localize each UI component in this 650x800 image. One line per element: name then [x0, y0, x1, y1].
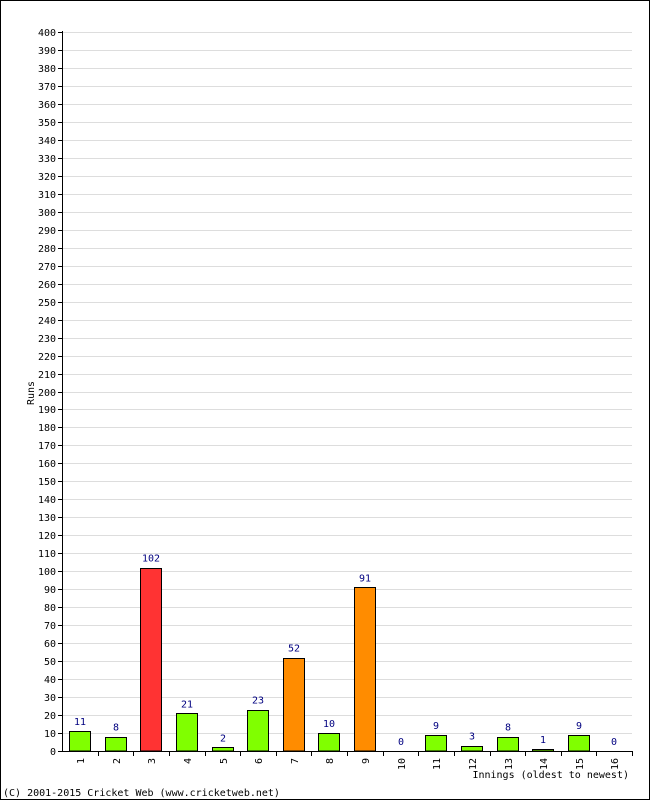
y-tick-label: 200 [38, 388, 56, 399]
y-tick-label: 310 [38, 190, 56, 201]
bar [283, 658, 305, 752]
bar [425, 735, 447, 752]
bar [105, 737, 127, 752]
x-tick-label: 13 [504, 758, 515, 770]
bar [568, 735, 590, 752]
bar [212, 747, 234, 752]
y-tick-label: 240 [38, 316, 56, 327]
y-tick-label: 190 [38, 405, 56, 416]
bar [69, 731, 91, 752]
copyright-footer: (C) 2001-2015 Cricket Web (www.cricketwe… [3, 788, 280, 799]
y-tick-label: 380 [38, 64, 56, 75]
x-tick-label: 5 [219, 758, 230, 764]
data-label: 21 [181, 699, 193, 710]
data-label: 0 [611, 737, 617, 748]
y-tick-label: 390 [38, 46, 56, 57]
y-tick-label: 100 [38, 567, 56, 578]
x-tick-label: 10 [397, 758, 408, 770]
data-label: 11 [74, 717, 86, 728]
x-tick-label: 4 [183, 758, 194, 764]
y-tick-label: 260 [38, 280, 56, 291]
y-tick-label: 230 [38, 334, 56, 345]
data-label: 52 [288, 644, 300, 655]
y-tick-label: 300 [38, 208, 56, 219]
x-tick-label: 8 [325, 758, 336, 764]
y-tick-label: 400 [38, 28, 56, 39]
bar [140, 568, 162, 752]
y-tick-label: 180 [38, 423, 56, 434]
y-tick-label: 30 [44, 693, 56, 704]
x-tick-label: 16 [610, 758, 621, 770]
data-label: 91 [359, 573, 371, 584]
x-tick-label: 15 [575, 758, 586, 770]
y-tick-label: 10 [44, 729, 56, 740]
y-tick-label: 80 [44, 603, 56, 614]
y-tick-label: 270 [38, 262, 56, 273]
y-tick-label: 330 [38, 154, 56, 165]
y-tick-label: 340 [38, 136, 56, 147]
data-label: 8 [505, 723, 511, 734]
data-label: 8 [113, 723, 119, 734]
data-label: 23 [252, 696, 264, 707]
y-tick-label: 0 [50, 747, 56, 758]
data-label: 2 [220, 733, 226, 744]
x-tick-label: 7 [290, 758, 301, 764]
x-tick-label: 12 [468, 758, 479, 770]
y-tick-label: 60 [44, 639, 56, 650]
y-tick-label: 50 [44, 657, 56, 668]
x-tick-label: 1 [76, 758, 87, 764]
bar [318, 733, 340, 752]
y-tick-label: 150 [38, 477, 56, 488]
y-tick-label: 350 [38, 118, 56, 129]
y-tick-label: 170 [38, 441, 56, 452]
chart-frame: Runs Innings (oldest to newest) (C) 2001… [0, 0, 650, 800]
y-tick-label: 160 [38, 459, 56, 470]
y-tick-label: 250 [38, 298, 56, 309]
x-tick-label: 2 [112, 758, 123, 764]
x-tick-label: 11 [432, 758, 443, 770]
x-axis-label: Innings (oldest to newest) [472, 770, 629, 781]
y-tick-label: 110 [38, 549, 56, 560]
data-label: 9 [576, 721, 582, 732]
y-tick-label: 140 [38, 495, 56, 506]
bar [461, 746, 483, 752]
bar [354, 587, 376, 752]
data-label: 9 [433, 721, 439, 732]
data-label: 10 [323, 719, 335, 730]
x-tick-label: 14 [539, 758, 550, 770]
runs-bar-chart: Runs Innings (oldest to newest) (C) 2001… [3, 28, 633, 799]
y-tick-label: 120 [38, 531, 56, 542]
y-tick-label: 280 [38, 244, 56, 255]
bar [532, 749, 554, 752]
x-tick-label: 6 [254, 758, 265, 764]
y-tick-label: 40 [44, 675, 56, 686]
data-label: 1 [540, 735, 546, 746]
bar [497, 737, 519, 752]
y-tick-label: 20 [44, 711, 56, 722]
y-tick-label: 360 [38, 100, 56, 111]
y-tick-label: 90 [44, 585, 56, 596]
data-label: 0 [398, 737, 404, 748]
data-label: 3 [469, 732, 475, 743]
x-tick-label: 3 [147, 758, 158, 764]
y-tick-label: 370 [38, 82, 56, 93]
bar [247, 710, 269, 752]
y-tick-label: 290 [38, 226, 56, 237]
data-label: 102 [142, 554, 160, 565]
y-tick-label: 70 [44, 621, 56, 632]
y-tick-label: 210 [38, 370, 56, 381]
bar [176, 713, 198, 752]
y-tick-label: 320 [38, 172, 56, 183]
y-tick-label: 130 [38, 513, 56, 524]
y-axis-label: Runs [26, 381, 37, 405]
x-tick-label: 9 [361, 758, 372, 764]
y-tick-label: 220 [38, 352, 56, 363]
